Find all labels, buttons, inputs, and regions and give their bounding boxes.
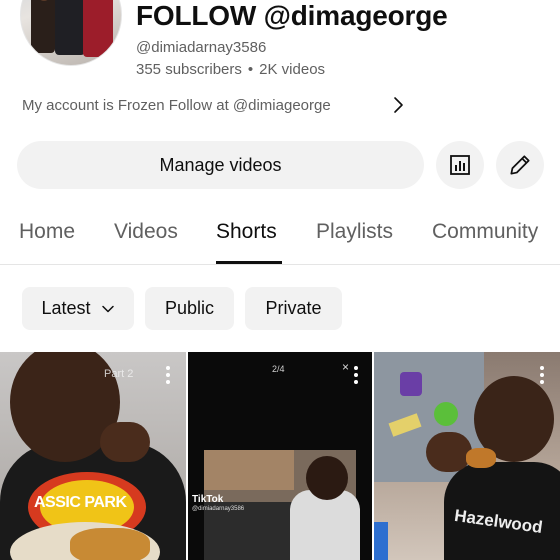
thumbnail-bottle	[374, 522, 388, 560]
thumbnail-shirt-text: ASSIC PARK	[34, 494, 127, 511]
analytics-button[interactable]	[436, 141, 484, 189]
more-options-icon[interactable]	[540, 366, 544, 387]
close-icon: ×	[342, 360, 350, 374]
chevron-down-icon	[101, 305, 114, 312]
thumbnail-hand	[100, 422, 150, 462]
filter-public-chip[interactable]: Public	[145, 287, 234, 330]
manage-videos-button[interactable]: Manage videos	[17, 141, 424, 189]
edit-channel-button[interactable]	[496, 141, 544, 189]
channel-name: FOLLOW @dimageorge	[136, 0, 448, 31]
pencil-icon	[510, 155, 530, 175]
channel-handle: @dimiadarnay3586	[136, 39, 267, 56]
tiktok-watermark: TikTok	[192, 494, 224, 505]
stats-separator: •	[247, 61, 254, 78]
thumbnail-page-indicator: 2/4	[272, 364, 285, 374]
thumbnail-food	[70, 528, 150, 560]
tab-home[interactable]: Home	[19, 220, 75, 244]
sort-latest-label: Latest	[41, 298, 91, 318]
video-count: 2K videos	[259, 61, 326, 78]
shorts-grid: Part 2 ASSIC PARK 2/4 × TikTok @dimiadar…	[0, 352, 560, 560]
subscriber-count: 355 subscribers	[136, 61, 242, 78]
avatar-person	[31, 0, 55, 53]
chevron-right-icon	[394, 97, 403, 113]
tab-shorts[interactable]: Shorts	[216, 220, 277, 244]
active-tab-indicator	[216, 261, 282, 264]
thumbnail-overlay-text: Part 2	[104, 368, 134, 380]
more-options-icon[interactable]	[354, 366, 358, 387]
thumbnail-magnet	[400, 372, 422, 396]
thumbnail-cabinet	[204, 450, 294, 490]
short-thumbnail[interactable]: 2/4 × TikTok @dimiadarnay3586	[188, 352, 372, 560]
tab-community[interactable]: Community	[432, 220, 538, 244]
sort-latest-chip[interactable]: Latest	[22, 287, 134, 330]
thumbnail-hand	[426, 432, 472, 472]
short-thumbnail[interactable]: Part 2 ASSIC PARK	[0, 352, 186, 560]
thumbnail-food	[466, 448, 496, 468]
channel-stats: 355 subscribers • 2K videos	[136, 61, 325, 78]
more-options-icon[interactable]	[166, 366, 170, 387]
tiktok-watermark-user: @dimiadarnay3586	[192, 506, 245, 512]
short-thumbnail[interactable]: Hazelwood	[374, 352, 560, 560]
thumbnail-shirt	[290, 490, 360, 560]
analytics-icon	[450, 155, 470, 175]
avatar-person	[55, 0, 85, 55]
channel-description: My account is Frozen Follow at @dimiageo…	[22, 96, 331, 114]
thumbnail-magnet	[434, 402, 458, 426]
thumbnail-face	[306, 456, 348, 500]
filter-private-chip[interactable]: Private	[245, 287, 342, 330]
channel-description-row[interactable]: My account is Frozen Follow at @dimiageo…	[22, 95, 412, 115]
tab-videos[interactable]: Videos	[114, 220, 178, 244]
tab-playlists[interactable]: Playlists	[316, 220, 393, 244]
channel-tabs: Home Videos Shorts Playlists Community	[0, 205, 560, 265]
channel-avatar[interactable]	[20, 0, 122, 66]
avatar-person	[83, 0, 113, 57]
